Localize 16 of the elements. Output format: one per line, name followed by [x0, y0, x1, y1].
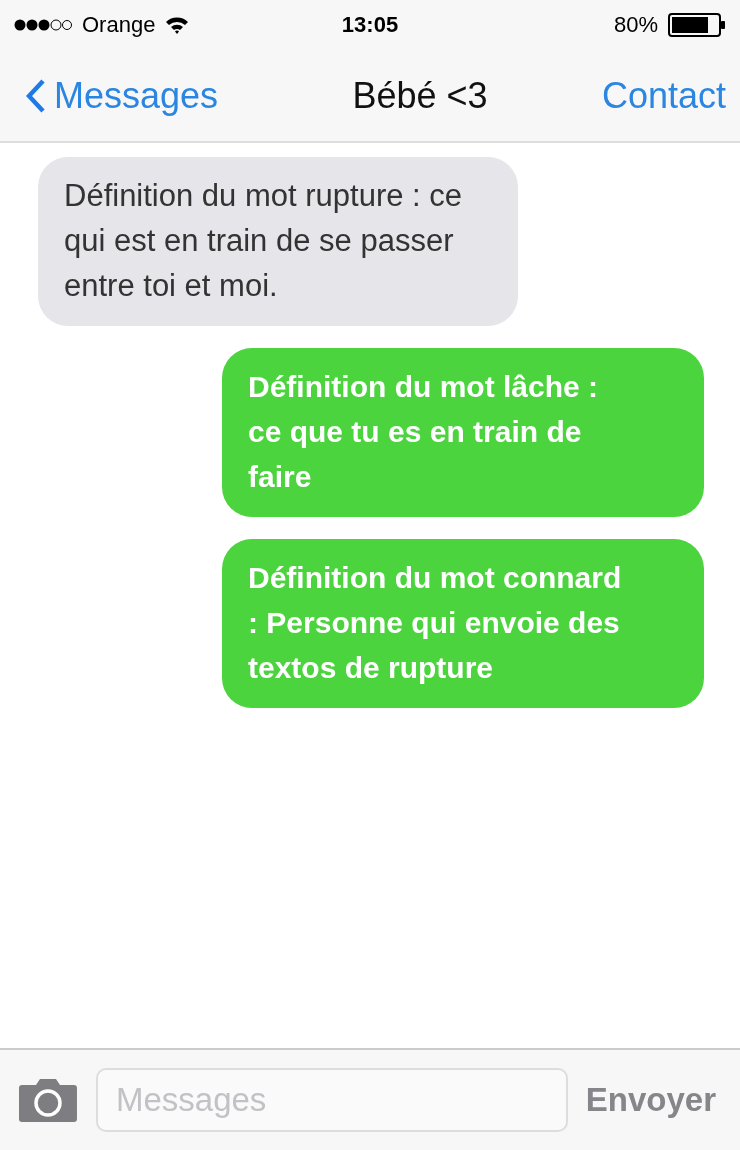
message-bubble: Définition du mot lâche : ce que tu es en train de faire — [222, 348, 704, 517]
conversation-title: Bébé <3 — [352, 74, 488, 117]
wifi-icon — [165, 16, 190, 34]
camera-icon[interactable] — [18, 1077, 78, 1123]
battery-icon — [668, 13, 726, 37]
back-button[interactable]: Messages — [26, 74, 219, 117]
battery-percent: 80% — [613, 12, 658, 38]
send-button[interactable]: Envoyer — [585, 1081, 716, 1119]
clock-time: 13:05 — [341, 12, 399, 38]
chevron-icon — [26, 78, 46, 113]
carrier-name: Orange — [82, 12, 156, 38]
message-input[interactable]: Messages — [95, 1068, 568, 1132]
signal-icon — [14, 19, 72, 31]
message-bubble: Définition du mot connard : Personne qui envoie des textos de rupture — [222, 539, 704, 708]
message-bubble: Définition du mot rupture : ce qui est en train de se passer entre toi et moi. — [38, 157, 518, 326]
contact-button[interactable]: Contact — [601, 74, 726, 117]
